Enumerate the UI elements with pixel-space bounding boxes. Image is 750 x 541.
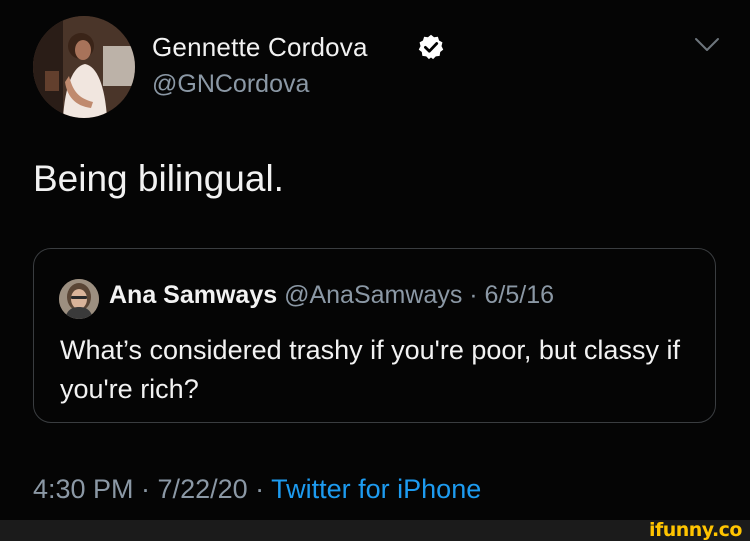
- tweet-footer: 4:30 PM · 7/22/20 · Twitter for iPhone: [33, 474, 481, 505]
- quoted-tweet-text: What’s considered trashy if you're poor,…: [60, 335, 680, 404]
- chevron-down-icon[interactable]: [694, 36, 720, 54]
- ifunny-watermark-logo: ifunny.co: [648, 519, 743, 541]
- watermark-bar: ifunny.co: [0, 520, 750, 541]
- tweet-source-link[interactable]: Twitter for iPhone: [271, 474, 481, 504]
- author-name[interactable]: Gennette Cordova: [152, 32, 368, 63]
- quoted-author-name[interactable]: Ana Samways: [109, 281, 277, 309]
- tweet-card: Gennette Cordova @GNCordova Being biling…: [0, 0, 750, 520]
- author-avatar-image: [33, 16, 135, 118]
- quoted-tweet[interactable]: Ana Samways @AnaSamways · 6/5/16 What’s …: [33, 248, 716, 423]
- author-handle[interactable]: @GNCordova: [152, 70, 309, 99]
- author-avatar[interactable]: [33, 16, 135, 118]
- tweet-text: Being bilingual.: [33, 158, 284, 199]
- quoted-author-avatar[interactable]: [59, 279, 99, 319]
- verified-badge-icon: [418, 34, 444, 60]
- quoted-author-avatar-image: [59, 279, 99, 319]
- quoted-header: Ana Samways @AnaSamways · 6/5/16: [109, 281, 554, 310]
- quoted-author-meta[interactable]: @AnaSamways · 6/5/16: [284, 281, 554, 309]
- tweet-timestamp[interactable]: 4:30 PM · 7/22/20 ·: [33, 474, 271, 504]
